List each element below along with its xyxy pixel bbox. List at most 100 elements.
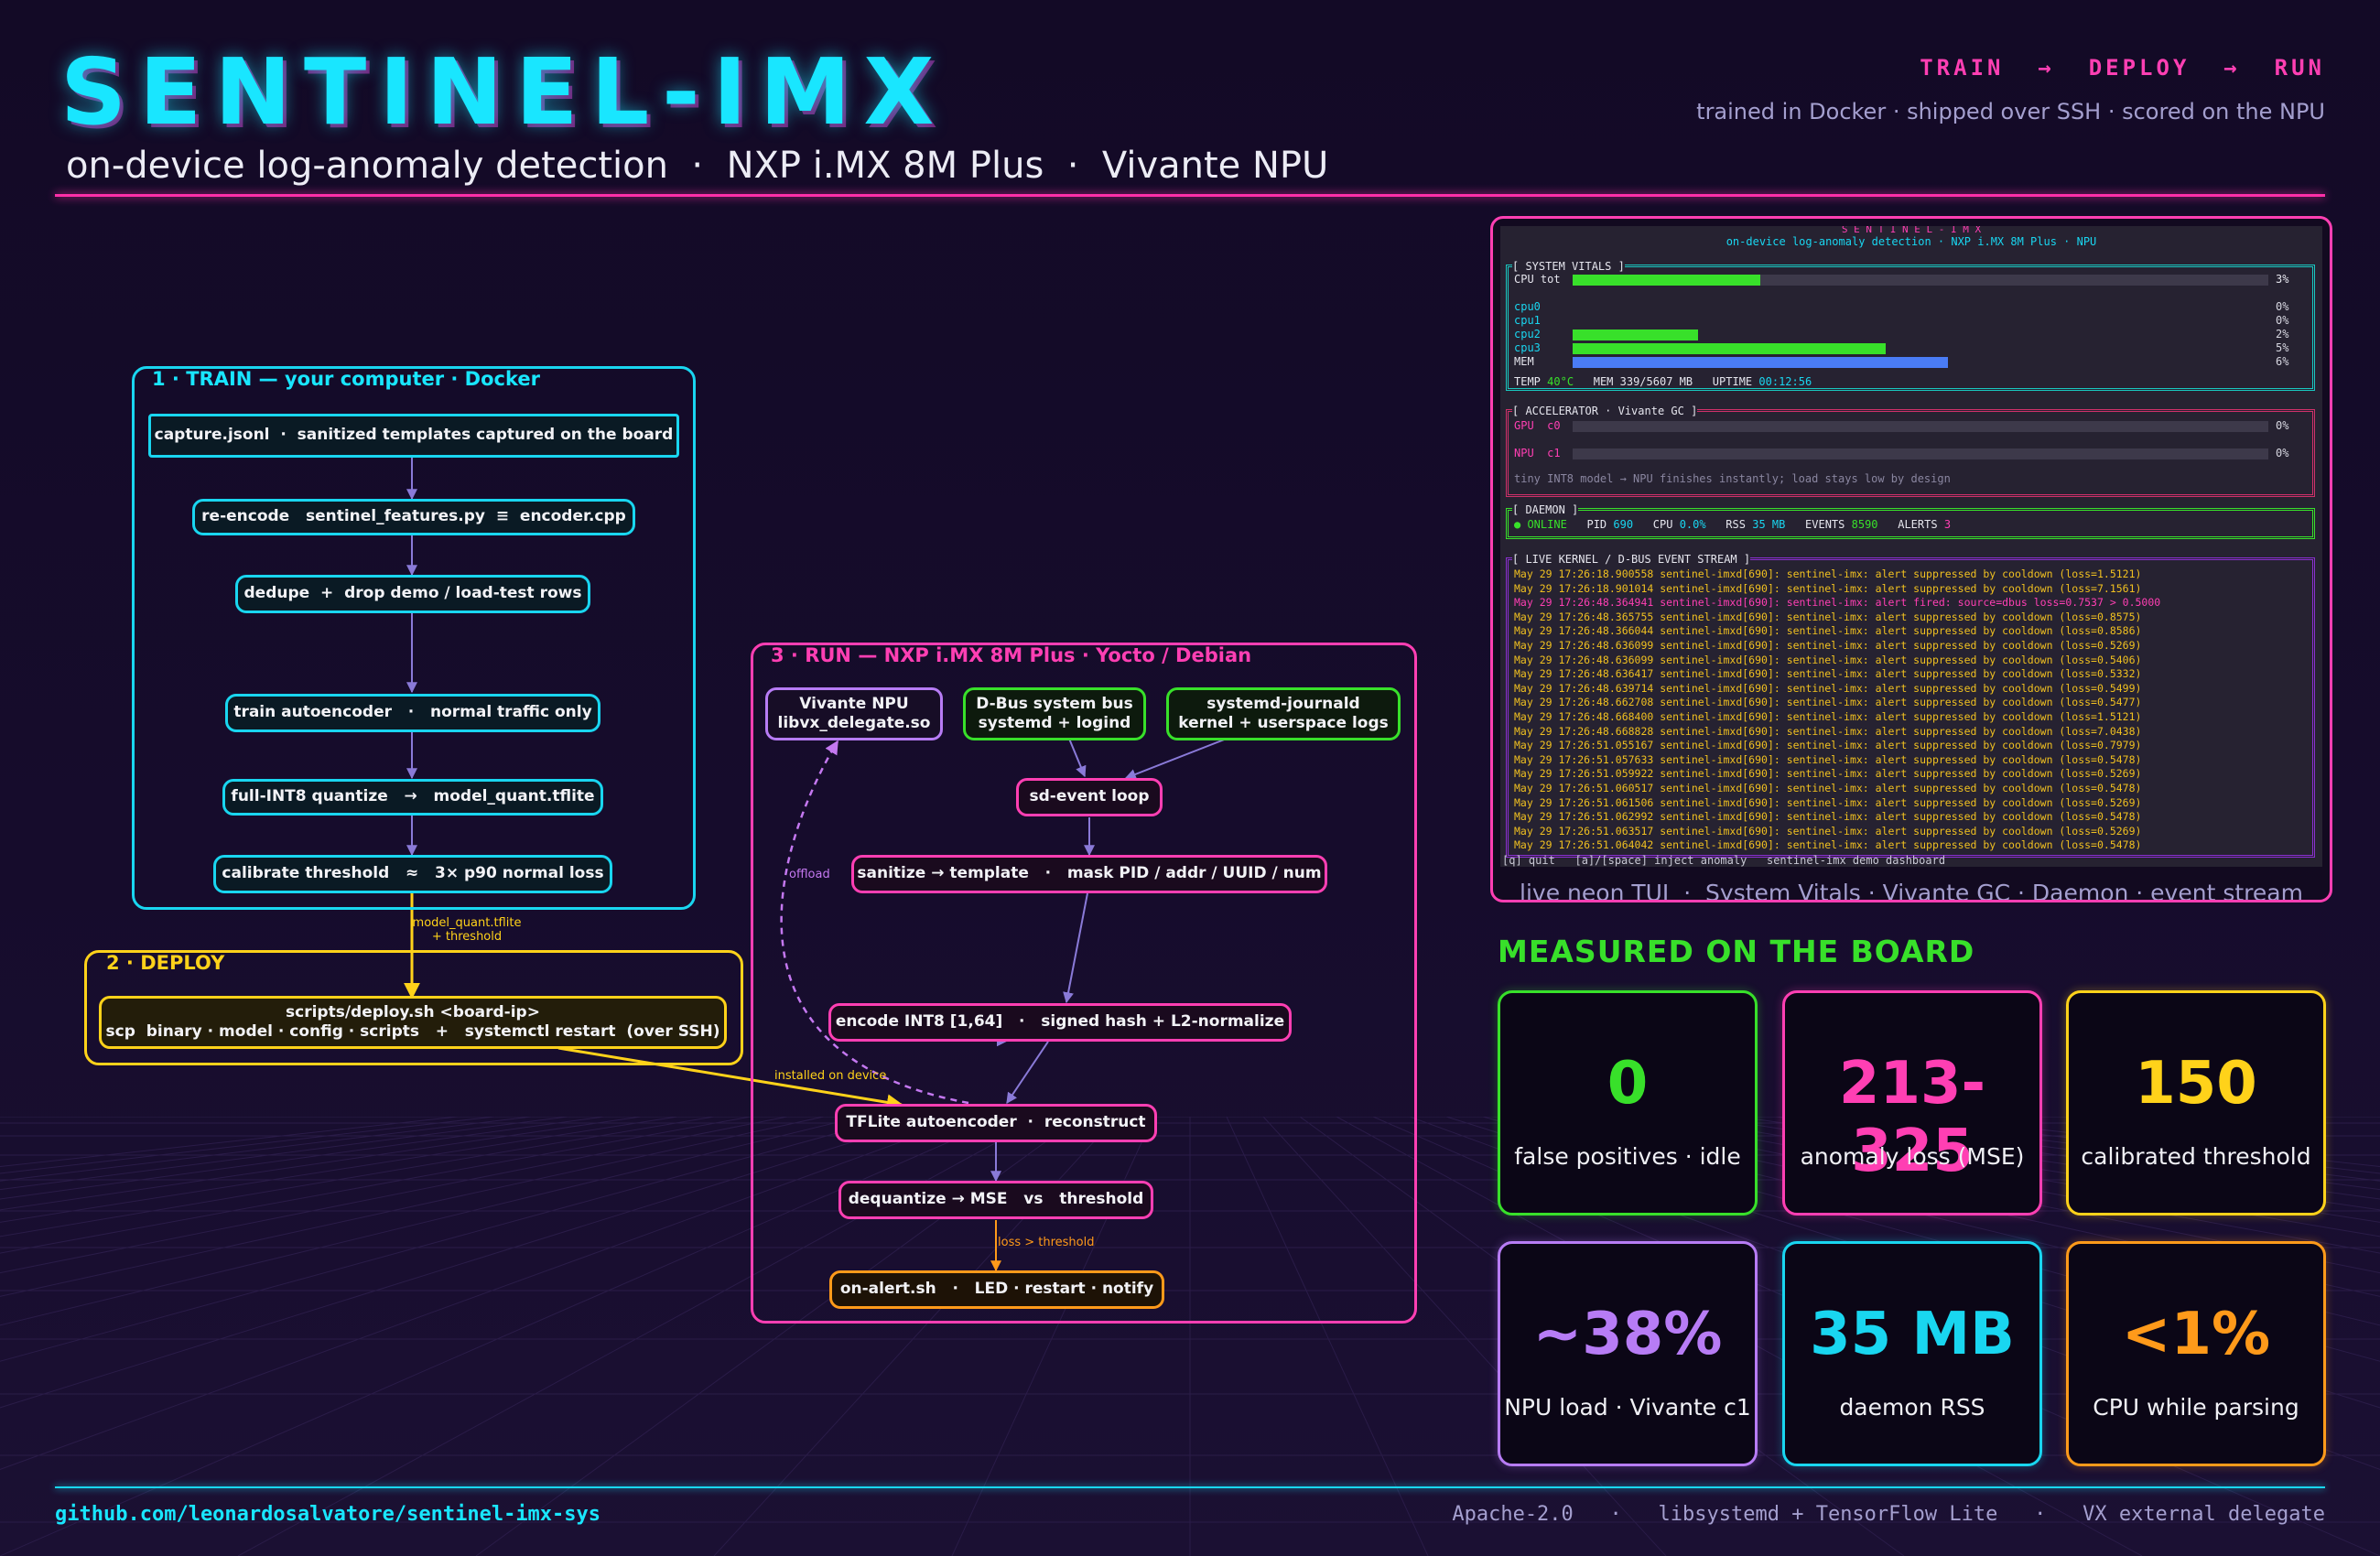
tui-cpu-tot-value: 3% (2276, 273, 2289, 286)
tui-core-value: 0% (2276, 300, 2289, 313)
group-run-label: 3 · RUN — NXP i.MX 8M Plus · Yocto / Deb… (771, 644, 1252, 666)
node-reencode: re-encode sentinel_features.py ≡ encoder… (192, 499, 635, 535)
edge-label-loss: loss > threshold (998, 1236, 1095, 1249)
tui-accelerator-panel: [ ACCELERATOR · Vivante GC ] GPU c0 0% N… (1506, 405, 2315, 497)
tui-stream-line: May 29 17:26:48.636099 sentinel-imxd[690… (1514, 653, 2142, 666)
tui-stream-line: May 29 17:26:51.063517 sentinel-imxd[690… (1514, 824, 2142, 837)
stat-card: 150 calibrated threshold (2066, 990, 2326, 1216)
group-deploy-label: 2 · DEPLOY (106, 952, 225, 974)
tui-stream-line: May 29 17:26:48.639714 sentinel-imxd[690… (1514, 681, 2142, 695)
tui-cpu-tot-bar (1573, 275, 1760, 286)
tagline: trained in Docker · shipped over SSH · s… (1696, 99, 2325, 124)
tui-accelerator-note: tiny INT8 model → NPU finishes instantly… (1514, 472, 1951, 485)
architecture-diagram: 1 · TRAIN — your computer · Docker 2 · D… (0, 0, 1465, 1373)
tui-stream-title: [ LIVE KERNEL / D-BUS EVENT STREAM ] (1512, 553, 1751, 566)
tui-stream-line: May 29 17:26:18.900558 sentinel-imxd[690… (1514, 567, 2142, 580)
node-dequantize: dequantize → MSE vs threshold (838, 1181, 1153, 1219)
node-dedupe: dedupe + drop demo / load-test rows (235, 575, 590, 613)
tui-daemon-title: [ DAEMON ] (1512, 503, 1579, 516)
stat-label: anomaly loss (MSE) (1800, 1143, 2025, 1170)
tui-stream-line: May 29 17:26:51.060517 sentinel-imxd[690… (1514, 782, 2142, 794)
tui-stream-line: May 29 17:26:48.364941 sentinel-imxd[690… (1514, 596, 2161, 610)
stat-value: ~38% (1532, 1301, 1723, 1368)
tui-stream-line: May 29 17:26:51.064042 sentinel-imxd[690… (1514, 838, 2142, 852)
node-train-autoencoder: train autoencoder · normal traffic only (225, 694, 600, 732)
tui-stream-line: May 29 17:26:48.366044 sentinel-imxd[690… (1514, 624, 2142, 638)
tui-app-title: S E N T I N E L - I M X (1841, 226, 1982, 235)
tui-core-label: cpu1 (1514, 314, 1541, 327)
tui-gpu-label: GPU c0 (1514, 419, 1561, 432)
tui-daemon-status-line: ● ONLINE PID 690 CPU 0.0% RSS 35 MB EVEN… (1514, 518, 1952, 531)
stat-label: daemon RSS (1839, 1394, 1985, 1421)
tui-vitals-title: [ SYSTEM VITALS ] (1512, 260, 1625, 273)
tui-accelerator-title: [ ACCELERATOR · Vivante GC ] (1512, 405, 1698, 417)
tui-stream-line: May 29 17:26:48.668400 sentinel-imxd[690… (1514, 710, 2142, 723)
tui-core-value: 2% (2276, 328, 2289, 340)
stat-value: 0 (1606, 1050, 1649, 1118)
node-sd-event-loop: sd-event loop (1016, 778, 1163, 816)
tui-stream-line: May 29 17:26:48.365755 sentinel-imxd[690… (1514, 610, 2142, 623)
node-dbus: D-Bus system bus systemd + logind (963, 687, 1146, 740)
tui-core-value: 0% (2276, 314, 2289, 327)
tui-core-bar (1573, 357, 1948, 368)
node-sanitize: sanitize → template · mask PID / addr / … (851, 855, 1327, 893)
tui-core-label: cpu0 (1514, 300, 1541, 313)
tui-stream-line: May 29 17:26:51.059922 sentinel-imxd[690… (1514, 767, 2142, 781)
edge-label-model: model_quant.tflite + threshold (412, 916, 522, 944)
tui-stream-line: May 29 17:26:48.668828 sentinel-imxd[690… (1514, 724, 2142, 738)
group-train-label: 1 · TRAIN — your computer · Docker (152, 368, 540, 390)
stat-label: calibrated threshold (2081, 1143, 2311, 1170)
stat-card: <1% CPU while parsing (2066, 1241, 2326, 1466)
edge-label-installed: installed on device (774, 1069, 887, 1083)
edge-label-offload: offload (789, 868, 830, 881)
pipeline-steps: TRAIN → DEPLOY → RUN (1920, 55, 2325, 81)
node-deploy-script: scripts/deploy.sh <board-ip> scp binary … (99, 996, 727, 1049)
tui-npu-value: 0% (2276, 447, 2289, 459)
stat-card: 213-325 anomaly loss (MSE) (1782, 990, 2042, 1216)
tui-daemon-panel: [ DAEMON ] ● ONLINE PID 690 CPU 0.0% RSS… (1506, 503, 2315, 539)
node-journald: systemd-journald kernel + userspace logs (1166, 687, 1401, 740)
tui-gpu-value: 0% (2276, 419, 2289, 432)
node-tflite-autoencoder: TFLite autoencoder · reconstruct (835, 1104, 1157, 1142)
tui-vitals-panel: [ SYSTEM VITALS ] CPU tot 3% cpu0 0% cpu1 0… (1506, 260, 2315, 391)
tui-stream-line: May 29 17:26:51.055167 sentinel-imxd[690… (1514, 739, 2142, 752)
stat-card: 0 false positives · idle (1498, 990, 1758, 1216)
node-on-alert: on-alert.sh · LED · restart · notify (829, 1270, 1164, 1309)
tui-core-value: 6% (2276, 355, 2289, 368)
node-capture-jsonl: capture.jsonl · sanitized templates capt… (148, 414, 679, 458)
node-encode-int8: encode INT8 [1,64] · signed hash + L2-no… (828, 1003, 1292, 1042)
stat-label: CPU while parsing (2093, 1394, 2299, 1421)
repo-link[interactable]: github.com/leonardosalvatore/sentinel-im… (55, 1503, 600, 1526)
stat-label: false positives · idle (1514, 1143, 1741, 1170)
tui-stream-line: May 29 17:26:51.062992 sentinel-imxd[690… (1514, 810, 2142, 824)
tui-app-subtitle: on-device log-anomaly detection · NXP i.… (1726, 235, 2097, 248)
stat-card: ~38% NPU load · Vivante c1 (1498, 1241, 1758, 1466)
tui-stream-line: May 29 17:26:51.057633 sentinel-imxd[690… (1514, 752, 2142, 766)
footer-meta: Apache-2.0 · libsystemd + TensorFlow Lit… (1452, 1503, 2325, 1526)
measured-section-title: MEASURED ON THE BOARD (1498, 934, 1975, 969)
tui-core-label: cpu3 (1514, 341, 1541, 354)
tui-keybindings: [q] quit [a]/[space] inject anomaly sent… (1502, 854, 1946, 867)
tui-core-bar (1573, 343, 1886, 354)
tui-stream-line: May 29 17:26:48.662708 sentinel-imxd[690… (1514, 696, 2142, 709)
stat-value: 150 (2135, 1050, 2257, 1118)
node-quantize: full-INT8 quantize → model_quant.tflite (222, 779, 603, 816)
tui-stream-line: May 29 17:26:48.636417 sentinel-imxd[690… (1514, 667, 2142, 681)
group-run (751, 643, 1417, 1324)
tui-screen: S E N T I N E L - I M X on-device log-an… (1500, 226, 2322, 867)
tui-gpu-track (1573, 421, 2268, 432)
tui-stream-line: May 29 17:26:48.636099 sentinel-imxd[690… (1514, 639, 2142, 652)
tui-core-value: 5% (2276, 341, 2289, 354)
node-calibrate-threshold: calibrate threshold ≈ 3× p90 normal loss (213, 855, 612, 893)
stat-value: 35 MB (1810, 1301, 2015, 1368)
tui-stream-line: May 29 17:26:18.901014 sentinel-imxd[690… (1514, 581, 2142, 595)
stat-label: NPU load · Vivante c1 (1504, 1394, 1751, 1421)
tui-npu-label: NPU c1 (1514, 447, 1561, 459)
tui-npu-track (1573, 448, 2268, 459)
tui-screenshot-frame: S E N T I N E L - I M X on-device log-an… (1490, 216, 2332, 902)
tui-caption: live neon TUI · System Vitals · Vivante … (1520, 880, 2303, 902)
tui-core-label: MEM (1514, 355, 1534, 368)
tui-cpu-tot-label: CPU tot (1514, 273, 1561, 286)
tui-stream-line: May 29 17:26:51.061506 sentinel-imxd[690… (1514, 795, 2142, 809)
stat-value: <1% (2121, 1301, 2271, 1368)
